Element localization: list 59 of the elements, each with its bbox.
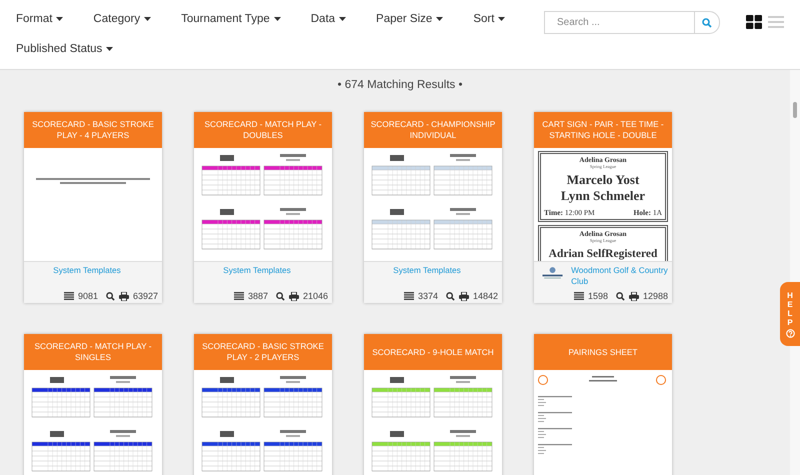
print-count: 14842 <box>472 291 498 301</box>
scrollbar-thumb[interactable] <box>793 102 797 118</box>
use-count: 9081 <box>78 291 98 301</box>
card-title: CART SIGN - PAIR - TEE TIME - STARTING HOLE - DOUBLE <box>534 112 672 148</box>
list-icon <box>234 292 244 300</box>
grid-icon <box>746 15 762 29</box>
card-title: SCORECARD - CHAMPIONSHIP INDIVIDUAL <box>364 112 502 148</box>
list-view-button[interactable] <box>768 15 784 29</box>
grid-view-button[interactable] <box>746 15 762 29</box>
print-icon <box>458 292 469 300</box>
list-icon <box>574 292 584 300</box>
question-icon <box>786 328 794 338</box>
use-count: 3374 <box>418 291 438 301</box>
print-count: 63927 <box>132 291 158 301</box>
filter-dropdown[interactable]: Published Status <box>16 38 114 60</box>
filter-dropdown[interactable]: Data <box>310 8 346 30</box>
search-icon <box>106 292 115 300</box>
results-count: • 674 Matching Results • <box>337 79 463 91</box>
filter-dropdown[interactable]: Category <box>93 8 152 30</box>
filter-dropdown[interactable]: Tournament Type <box>181 8 281 30</box>
template-card[interactable]: SCORECARD - CHAMPIONSHIP INDIVIDUAL System Templates 3374 14842 <box>364 112 502 303</box>
search-field[interactable]: Search ... <box>544 11 694 34</box>
print-icon <box>118 292 129 300</box>
template-card[interactable] <box>534 112 672 303</box>
caret-icon <box>144 17 152 21</box>
print-count: 21046 <box>302 291 328 301</box>
search-icon <box>702 18 712 28</box>
caret-icon <box>498 17 506 21</box>
template-card[interactable]: SCORECARD - BASIC STROKE PLAY - 4 PLAYERS System Templates 9081 63927 <box>24 112 162 303</box>
sign-player: Lynn Schmeler <box>560 188 646 204</box>
search-icon <box>446 292 455 300</box>
caret-icon <box>339 17 346 21</box>
caret-icon <box>274 17 281 21</box>
sign-player: Adrian SelfRegistered <box>548 247 658 261</box>
use-count: 1598 <box>588 291 608 301</box>
print-icon <box>628 292 639 300</box>
template-card[interactable]: SCORECARD - MATCH PLAY - DOUBLES System Templates 3887 21046 <box>194 112 332 303</box>
caret-icon <box>436 17 444 21</box>
filter-dropdown[interactable]: Format <box>16 8 64 30</box>
use-count: 3887 <box>248 291 268 301</box>
search-icon <box>276 292 285 300</box>
caret-icon <box>106 47 114 51</box>
card-title: SCORECARD - 9-HOLE MATCH <box>364 334 502 370</box>
list-icon <box>64 292 74 300</box>
caret-icon <box>56 17 64 21</box>
card-title: SCORECARD - MATCH PLAY - DOUBLES <box>194 112 332 148</box>
print-icon <box>288 292 299 300</box>
search-button[interactable] <box>694 11 720 34</box>
list-icon <box>768 15 784 29</box>
filter-dropdown[interactable]: Paper Size <box>376 8 444 30</box>
list-icon <box>404 292 414 300</box>
print-count: 12988 <box>642 291 668 301</box>
filter-dropdown[interactable]: Sort <box>473 8 506 30</box>
card-title: SCORECARD - BASIC STROKE PLAY - 4 PLAYERS <box>24 112 162 148</box>
card-title: PAIRINGS SHEET <box>534 334 672 370</box>
search-icon <box>616 292 625 300</box>
card-title: SCORECARD - MATCH PLAY - SINGLES <box>24 334 162 370</box>
card-title: SCORECARD - BASIC STROKE PLAY - 2 PLAYERS <box>194 334 332 370</box>
sign-player: Marcelo Yost <box>566 172 640 188</box>
